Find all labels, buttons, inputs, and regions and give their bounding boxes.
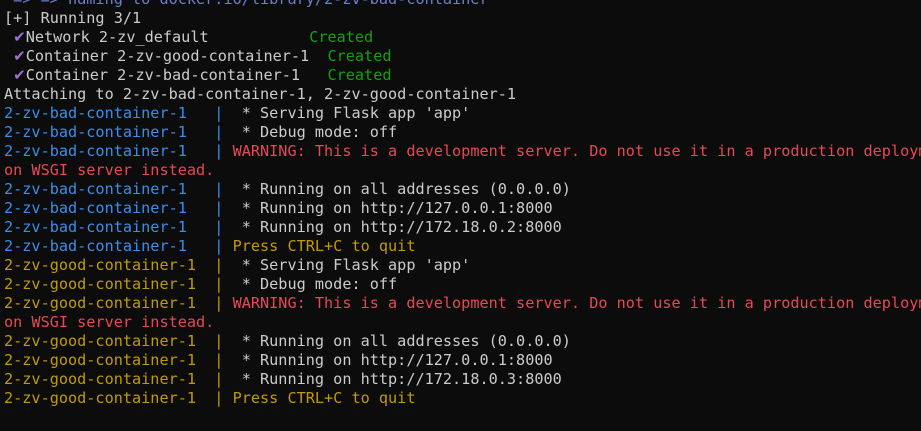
log-text: * Running on all addresses (0.0.0.0)	[232, 180, 571, 198]
checkmark-icon: ✔	[13, 28, 26, 46]
log-prefix-good-container: 2-zv-good-container-1 |	[4, 351, 233, 369]
checkmark-icon: ✔	[13, 47, 26, 65]
log-prefix-good-container: 2-zv-good-container-1 |	[4, 389, 233, 407]
log-text: * Running on http://172.18.0.3:8000	[232, 370, 562, 388]
log-prefix-good-container: 2-zv-good-container-1 |	[4, 370, 233, 388]
terminal-line-resource: ✔Container 2-zv-bad-container-1 Created	[4, 66, 392, 85]
log-prefix-bad-container: 2-zv-bad-container-1 |	[4, 123, 233, 141]
resource-name: Container 2-zv-good-container-1	[25, 47, 328, 65]
log-line: 2-zv-good-container-1 | * Running on htt…	[4, 351, 553, 370]
log-prefix-good-container: 2-zv-good-container-1 |	[4, 332, 233, 350]
resource-status: Created	[327, 66, 392, 84]
terminal-line-resource: ✔Container 2-zv-good-container-1 Created	[4, 47, 392, 66]
log-text: * Serving Flask app 'app'	[232, 256, 471, 274]
log-prefix-bad-container: 2-zv-bad-container-1 |	[4, 142, 233, 160]
log-line: 2-zv-bad-container-1 | * Debug mode: off	[4, 123, 397, 142]
log-warning-text: WARNING: This is a development server. D…	[232, 294, 921, 312]
log-text: * Running on all addresses (0.0.0.0)	[232, 332, 571, 350]
log-prefix-good-container: 2-zv-good-container-1 |	[4, 275, 233, 293]
terminal-line-build-status: [+] Running 3/1	[4, 9, 142, 27]
log-line: 2-zv-good-container-1 | * Running on all…	[4, 332, 571, 351]
log-line: 2-zv-bad-container-1 | Press CTRL+C to q…	[4, 237, 415, 256]
resource-status: Created	[327, 47, 392, 65]
log-line: 2-zv-good-container-1 | WARNING: This is…	[4, 294, 921, 313]
resource-name: Container 2-zv-bad-container-1	[25, 66, 328, 84]
log-line: 2-zv-good-container-1 | * Serving Flask …	[4, 256, 470, 275]
log-warning-continuation: on WSGI server instead.	[4, 313, 215, 331]
terminal-window[interactable]: => => naming to docker.io/library/2-zv-b…	[0, 0, 921, 431]
log-line: 2-zv-bad-container-1 | * Running on http…	[4, 199, 553, 218]
log-line: 2-zv-bad-container-1 | * Running on http…	[4, 218, 562, 237]
terminal-line-build-step: => => naming to docker.io/library/2-zv-b…	[4, 0, 488, 9]
log-prefix-bad-container: 2-zv-bad-container-1 |	[4, 104, 233, 122]
log-warning-continuation: on WSGI server instead.	[4, 161, 215, 179]
log-line: 2-zv-good-container-1 | * Running on htt…	[4, 370, 562, 389]
log-text: * Running on http://127.0.0.1:8000	[232, 351, 553, 369]
log-prefix-bad-container: 2-zv-bad-container-1 |	[4, 180, 233, 198]
terminal-line-resource: ✔Network 2-zv_default Created	[4, 28, 373, 47]
terminal-line-attaching: Attaching to 2-zv-bad-container-1, 2-zv-…	[4, 85, 517, 103]
log-line: 2-zv-bad-container-1 | WARNING: This is …	[4, 142, 921, 161]
checkmark-icon: ✔	[13, 66, 26, 84]
log-prefix-bad-container: 2-zv-bad-container-1 |	[4, 237, 233, 255]
log-line: 2-zv-good-container-1 | Press CTRL+C to …	[4, 389, 415, 408]
log-warning-text: WARNING: This is a development server. D…	[232, 142, 921, 160]
log-text: * Running on http://172.18.0.2:8000	[232, 218, 562, 236]
log-prefix-bad-container: 2-zv-bad-container-1 |	[4, 199, 233, 217]
log-quit-hint: Press CTRL+C to quit	[232, 389, 416, 407]
resource-status: Created	[309, 28, 374, 46]
log-prefix-bad-container: 2-zv-bad-container-1 |	[4, 218, 233, 236]
log-text: * Debug mode: off	[232, 123, 398, 141]
log-line: 2-zv-bad-container-1 | * Serving Flask a…	[4, 104, 470, 123]
log-prefix-good-container: 2-zv-good-container-1 |	[4, 294, 233, 312]
log-text: * Running on http://127.0.0.1:8000	[232, 199, 553, 217]
log-prefix-good-container: 2-zv-good-container-1 |	[4, 256, 233, 274]
log-text: * Serving Flask app 'app'	[232, 104, 471, 122]
log-quit-hint: Press CTRL+C to quit	[232, 237, 416, 255]
log-line: 2-zv-good-container-1 | * Debug mode: of…	[4, 275, 397, 294]
log-text: * Debug mode: off	[232, 275, 398, 293]
log-line: 2-zv-bad-container-1 | * Running on all …	[4, 180, 571, 199]
resource-name: Network 2-zv_default	[25, 28, 310, 46]
